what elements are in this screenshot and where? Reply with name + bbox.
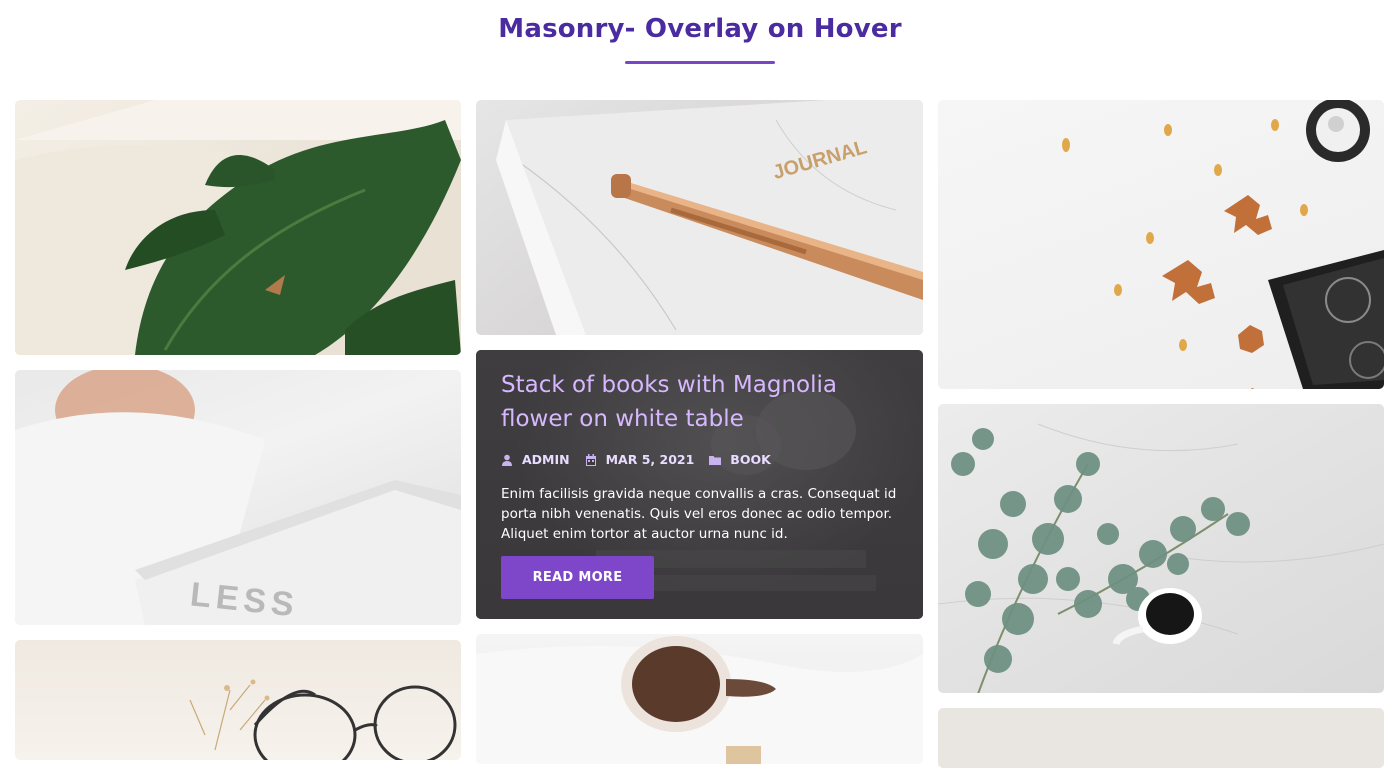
gallery-card-less-book[interactable]: LESS	[15, 370, 461, 625]
coffee-cup-image	[476, 636, 923, 764]
post-excerpt: Enim facilisis gravida neque convallis a…	[501, 486, 897, 542]
gallery-card-autumn-leaves[interactable]	[938, 100, 1384, 389]
gallery-card-plant[interactable]	[15, 100, 461, 355]
post-author[interactable]: ADMIN	[501, 452, 570, 467]
gallery-card-glasses[interactable]	[15, 640, 461, 760]
gallery-card-eucalyptus[interactable]	[938, 404, 1384, 693]
title-underline	[625, 61, 775, 64]
post-category-label: BOOK	[730, 452, 771, 467]
glasses-image	[189, 679, 457, 760]
post-category[interactable]: BOOK	[709, 452, 771, 467]
featured-post-card[interactable]: Stack of books with Magnolia flower on w…	[476, 350, 923, 619]
post-title[interactable]: Stack of books with Magnolia flower on w…	[501, 368, 901, 436]
journal-pen-image: JOURNAL	[496, 100, 923, 335]
read-more-button[interactable]: READ MORE	[501, 556, 654, 599]
user-icon	[502, 454, 512, 466]
gallery-card-journal[interactable]: JOURNAL	[476, 100, 923, 335]
less-book-image: LESS	[15, 370, 461, 625]
section-title: Masonry- Overlay on Hover	[498, 14, 902, 44]
autumn-leaves-image	[1062, 100, 1384, 389]
calendar-icon	[585, 453, 596, 466]
post-author-label: ADMIN	[522, 452, 570, 467]
post-date[interactable]: MAR 5, 2021	[585, 452, 695, 467]
monstera-leaf-image	[15, 100, 461, 355]
gallery-card-beige[interactable]	[938, 708, 1384, 768]
folder-icon	[709, 455, 722, 465]
post-meta: ADMIN MAR 5, 2021 BOOK	[501, 452, 786, 467]
post-date-label: MAR 5, 2021	[605, 452, 695, 467]
gallery-card-coffee[interactable]	[476, 634, 923, 764]
eucalyptus-coffee-image	[938, 423, 1384, 693]
